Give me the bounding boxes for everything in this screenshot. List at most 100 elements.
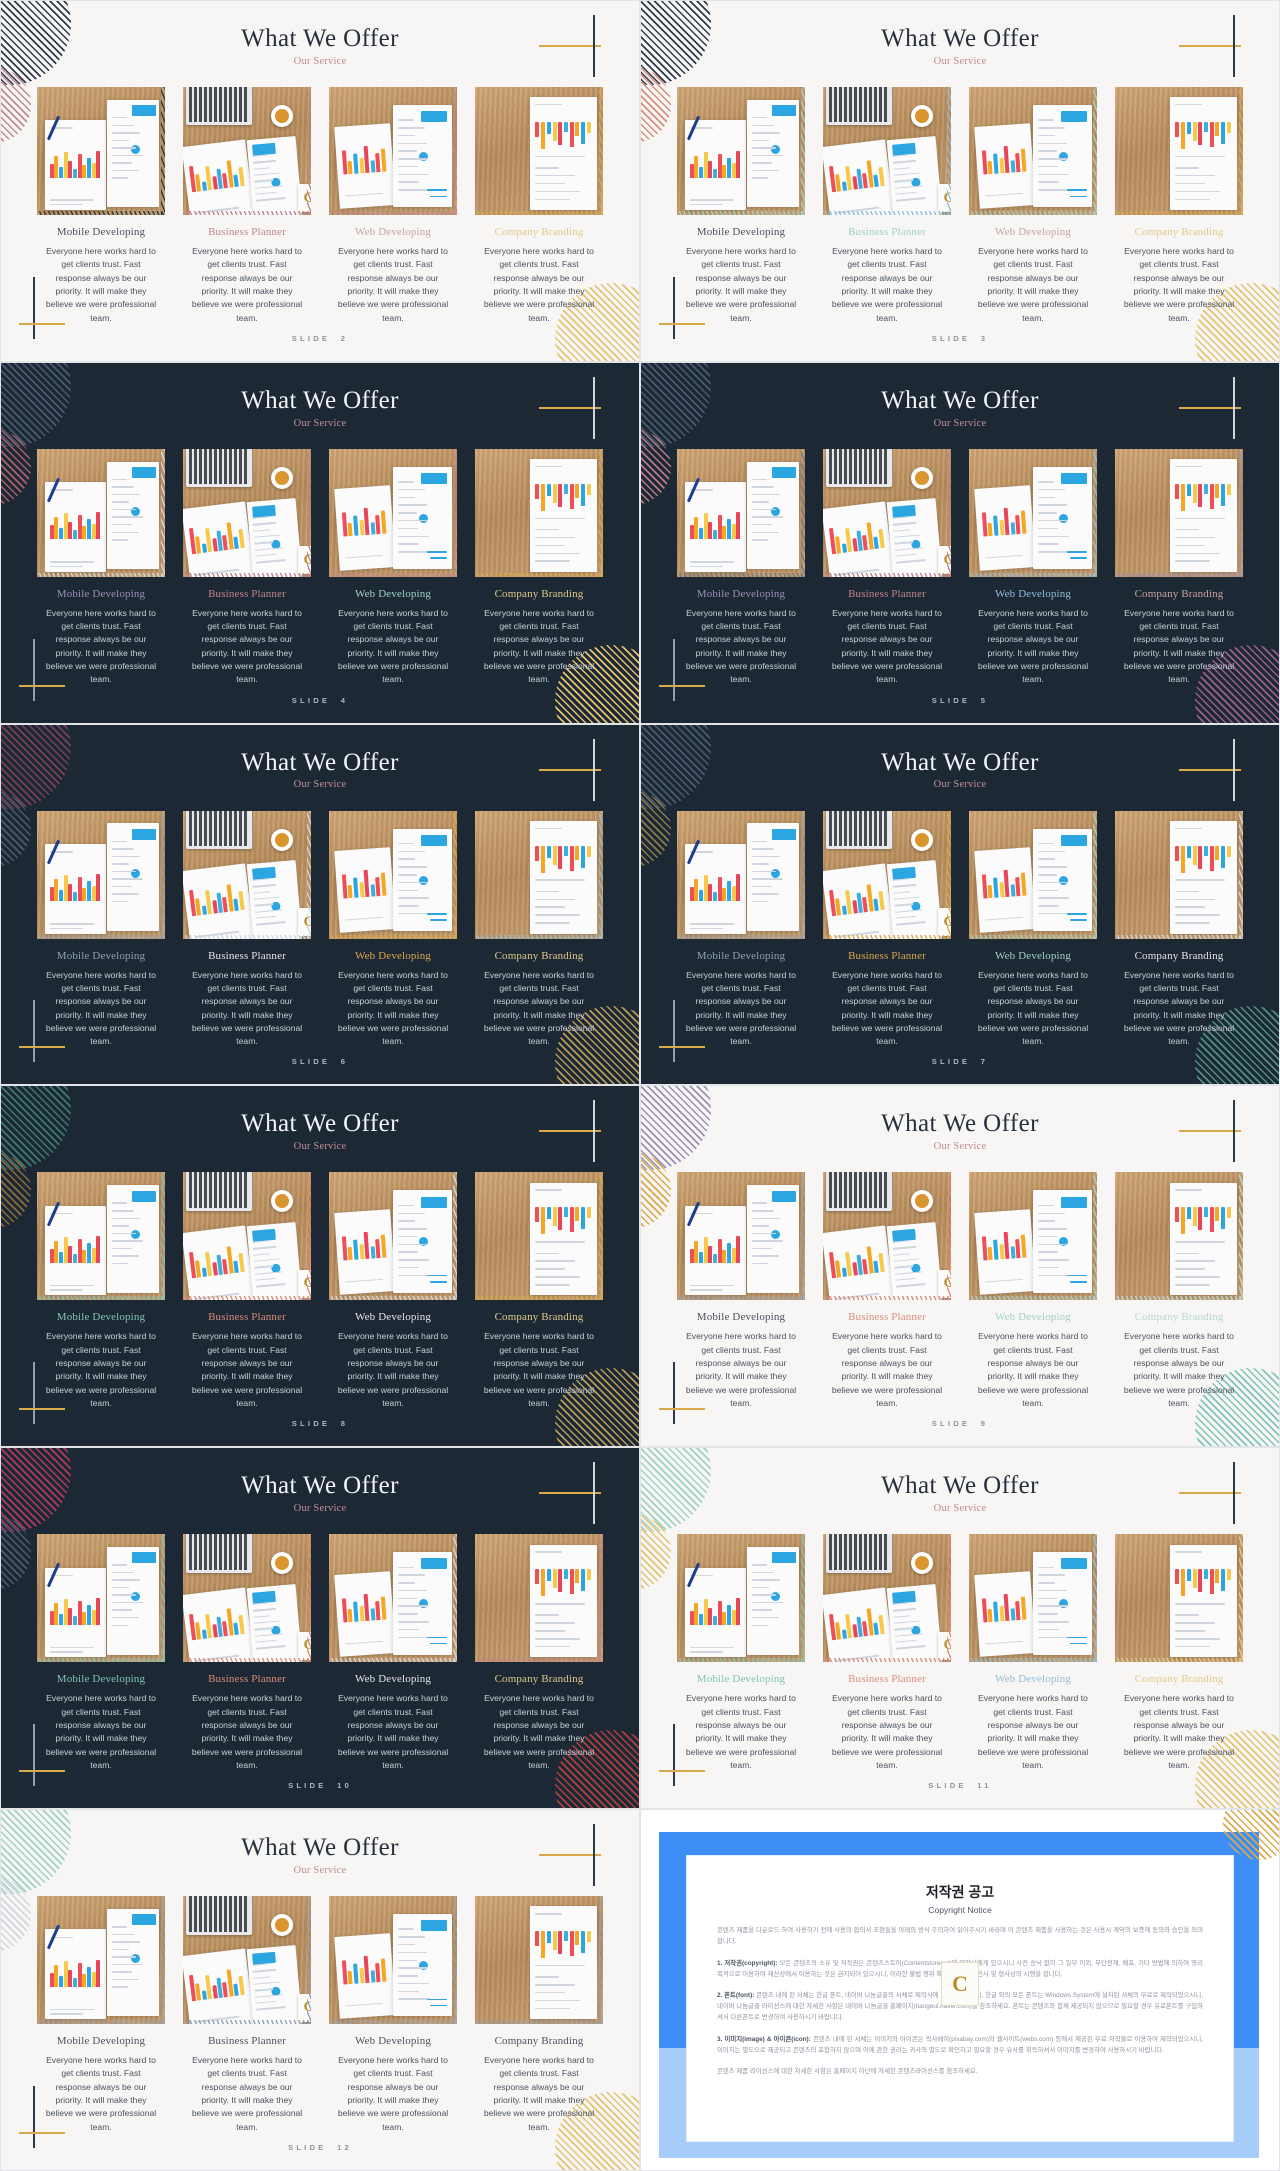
service-card-body: Everyone here works hard to get clients …: [1123, 1693, 1235, 1770]
thumbnail-frame-edge: [183, 572, 311, 577]
slide-preview-10[interactable]: What We Offer Our Service Mobile Develop…: [0, 1447, 640, 1810]
thumbnail-frame-edge-right: [599, 87, 603, 215]
service-card[interactable]: C Business Planner Everyone here works h…: [183, 448, 311, 687]
service-card[interactable]: C Business Planner Everyone here works h…: [823, 1172, 951, 1410]
service-card[interactable]: Company Branding Everyone here works har…: [1115, 1534, 1243, 1772]
thumbnail-frame-edge: [677, 1658, 805, 1663]
service-card-thumbnail: [37, 810, 165, 939]
service-card[interactable]: C Business Planner Everyone here works h…: [823, 1534, 951, 1772]
copyright-title: 저작권 공고: [925, 1884, 995, 1901]
service-card-thumbnail: [1115, 1172, 1243, 1301]
slide-preview-9[interactable]: What We Offer Our Service Mobile Develop…: [640, 1085, 1280, 1448]
service-card[interactable]: Web Developing Everyone here works hard …: [329, 87, 457, 325]
slide-preview-11[interactable]: What We Offer Our Service Mobile Develop…: [640, 1447, 1280, 1810]
thumbnail-frame-edge-right: [1239, 1172, 1243, 1301]
thumbnail-frame-edge-right: [947, 87, 951, 215]
slide-title: What We Offer: [881, 1110, 1039, 1138]
service-card-title: Mobile Developing: [56, 1311, 146, 1324]
service-card[interactable]: C Business Planner Everyone here works h…: [183, 810, 311, 1049]
service-card[interactable]: Company Branding Everyone here works har…: [1115, 87, 1243, 325]
service-card[interactable]: Web Developing Everyone here works hard …: [969, 1534, 1097, 1772]
service-card[interactable]: Company Branding Everyone here works har…: [475, 1172, 603, 1410]
service-card[interactable]: Mobile Developing Everyone here works ha…: [677, 448, 805, 687]
service-card-thumbnail: C: [183, 448, 311, 577]
thumbnail-frame-edge: [37, 1658, 165, 1663]
thumbnail-frame-edge-right: [307, 1896, 311, 2025]
service-card[interactable]: Web Developing Everyone here works hard …: [329, 448, 457, 687]
service-card[interactable]: Mobile Developing Everyone here works ha…: [37, 1172, 165, 1410]
slide-preview-6[interactable]: What We Offer Our Service Mobile Develop…: [0, 723, 640, 1086]
slide-preview-12[interactable]: What We Offer Our Service Mobile Develop…: [0, 1809, 640, 2171]
decorative-circle: [1, 1876, 31, 1953]
service-card[interactable]: Company Branding Everyone here works har…: [1115, 448, 1243, 687]
slide-number: 12: [337, 2142, 352, 2152]
service-card[interactable]: Mobile Developing Everyone here works ha…: [677, 1534, 805, 1772]
slide-preview-2[interactable]: What We Offer Our Service Mobile Develop…: [0, 0, 640, 362]
service-card[interactable]: Web Developing Everyone here works hard …: [329, 1172, 457, 1410]
service-card[interactable]: Mobile Developing Everyone here works ha…: [677, 87, 805, 325]
service-card-title: Mobile Developing: [56, 226, 146, 238]
service-card[interactable]: Web Developing Everyone here works hard …: [329, 1896, 457, 2134]
service-card[interactable]: Company Branding Everyone here works har…: [1115, 1172, 1243, 1410]
thumbnail-frame-edge-right: [599, 1172, 603, 1301]
thumbnail-frame-edge: [37, 211, 165, 215]
slide-preview-3[interactable]: What We Offer Our Service Mobile Develop…: [640, 0, 1280, 362]
service-card[interactable]: Company Branding Everyone here works har…: [1115, 810, 1243, 1049]
slide-header: What We Offer Our Service: [641, 1472, 1279, 1514]
thumbnail-frame-edge: [823, 934, 951, 939]
slide-number: 5: [980, 695, 989, 705]
slide-number-label: SLIDE 10: [1, 1781, 639, 1790]
service-card[interactable]: C Business Planner Everyone here works h…: [823, 448, 951, 687]
service-card-thumbnail: [475, 1896, 603, 2025]
service-card-thumbnail: [969, 810, 1097, 939]
copyright-section-heading: 2. 폰트(font):: [717, 1991, 755, 1999]
service-card[interactable]: Company Branding Everyone here works har…: [475, 1534, 603, 1772]
slide-preview-5[interactable]: What We Offer Our Service Mobile Develop…: [640, 361, 1280, 724]
service-card[interactable]: Company Branding Everyone here works har…: [475, 1896, 603, 2134]
copyright-notice-slide[interactable]: 저작권 공고 Copyright Notice 콘텐츠 제품을 다운로드 하여 …: [640, 1809, 1280, 2171]
service-card-body: Everyone here works hard to get clients …: [977, 246, 1089, 323]
slide-preview-7[interactable]: What We Offer Our Service Mobile Develop…: [640, 723, 1280, 1086]
service-card[interactable]: C Business Planner Everyone here works h…: [823, 87, 951, 325]
thumbnail-frame-edge: [969, 1296, 1097, 1301]
service-card[interactable]: Mobile Developing Everyone here works ha…: [37, 810, 165, 1049]
service-card[interactable]: Web Developing Everyone here works hard …: [329, 810, 457, 1049]
service-card[interactable]: Company Branding Everyone here works har…: [475, 87, 603, 325]
service-card[interactable]: Web Developing Everyone here works hard …: [329, 1534, 457, 1772]
thumbnail-frame-edge-right: [161, 87, 165, 215]
service-card[interactable]: Web Developing Everyone here works hard …: [969, 1172, 1097, 1410]
service-card[interactable]: Mobile Developing Everyone here works ha…: [37, 87, 165, 325]
service-card[interactable]: Web Developing Everyone here works hard …: [969, 810, 1097, 1049]
service-card[interactable]: Web Developing Everyone here works hard …: [969, 448, 1097, 687]
service-card[interactable]: Mobile Developing Everyone here works ha…: [37, 1896, 165, 2134]
service-card[interactable]: C Business Planner Everyone here works h…: [823, 810, 951, 1049]
service-card[interactable]: Mobile Developing Everyone here works ha…: [677, 1172, 805, 1410]
service-card[interactable]: Web Developing Everyone here works hard …: [969, 87, 1097, 325]
slide-header: What We Offer Our Service: [641, 1110, 1279, 1152]
service-card[interactable]: Company Branding Everyone here works har…: [475, 448, 603, 687]
service-card[interactable]: C Business Planner Everyone here works h…: [183, 1172, 311, 1410]
service-card[interactable]: C Business Planner Everyone here works h…: [183, 87, 311, 325]
service-card-body: Everyone here works hard to get clients …: [1123, 1331, 1235, 1409]
service-card-list: Mobile Developing Everyone here works ha…: [677, 1534, 1243, 1772]
thumbnail-frame-edge: [329, 934, 457, 939]
slide-label-prefix: SLIDE: [288, 2142, 327, 2152]
copyright-section-heading: 1. 저작권(copyright):: [717, 1959, 778, 1967]
thumbnail-frame-edge-right: [1093, 1172, 1097, 1301]
service-card[interactable]: Mobile Developing Everyone here works ha…: [37, 1534, 165, 1772]
service-card[interactable]: C Business Planner Everyone here works h…: [183, 1896, 311, 2134]
service-card-body: Everyone here works hard to get clients …: [483, 1331, 595, 1409]
thumbnail-frame-edge-right: [801, 87, 805, 215]
service-card[interactable]: Company Branding Everyone here works har…: [475, 810, 603, 1049]
service-card[interactable]: C Business Planner Everyone here works h…: [183, 1534, 311, 1772]
service-card[interactable]: Mobile Developing Everyone here works ha…: [37, 448, 165, 687]
thumbnail-frame-edge-right: [1239, 810, 1243, 939]
service-card-thumbnail: [969, 448, 1097, 577]
service-card-thumbnail: [329, 1896, 457, 2025]
service-card[interactable]: Mobile Developing Everyone here works ha…: [677, 810, 805, 1049]
slide-preview-8[interactable]: What We Offer Our Service Mobile Develop…: [0, 1085, 640, 1448]
thumbnail-frame-edge-right: [161, 448, 165, 577]
service-card-title: Web Developing: [354, 1311, 432, 1324]
slide-subtitle: Our Service: [933, 55, 987, 67]
slide-preview-4[interactable]: What We Offer Our Service Mobile Develop…: [0, 361, 640, 724]
